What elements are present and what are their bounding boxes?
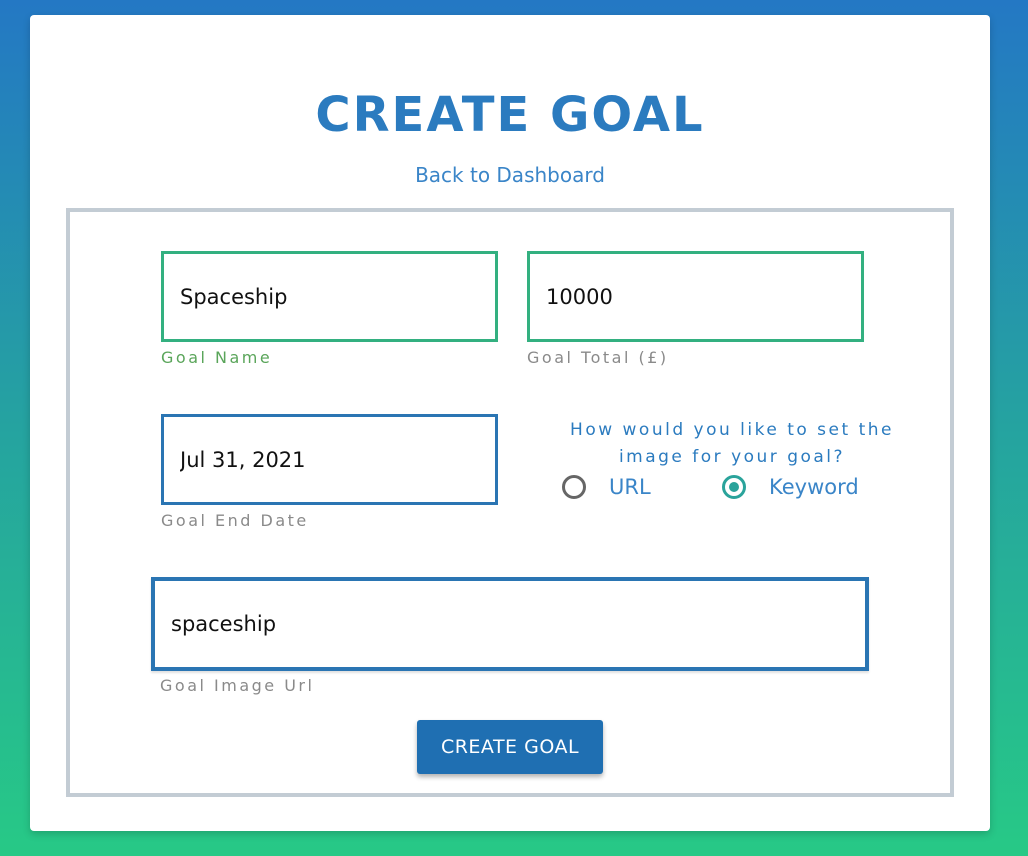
create-goal-button[interactable]: CREATE GOAL (417, 720, 603, 774)
goal-name-label: Goal Name (161, 348, 273, 367)
keyword-radio[interactable] (722, 475, 746, 499)
image-method-question: How would you like to set the image for … (570, 420, 894, 467)
back-to-dashboard-link[interactable]: Back to Dashboard (30, 162, 990, 188)
goal-end-date-label: Goal End Date (161, 511, 309, 530)
goal-end-date-input[interactable] (161, 414, 498, 505)
url-radio[interactable] (562, 475, 586, 499)
goal-total-label: Goal Total (£) (527, 348, 669, 367)
goal-total-input[interactable] (527, 251, 864, 342)
goal-image-url-label: Goal Image Url (160, 676, 315, 695)
goal-form: Goal Name Goal Total (£) Goal End Date H… (66, 208, 954, 797)
create-goal-card: CREATE GOAL Back to Dashboard Goal Name … (30, 15, 990, 831)
goal-image-url-input[interactable] (151, 577, 869, 671)
goal-name-input[interactable] (161, 251, 498, 342)
keyword-radio-label[interactable]: Keyword (769, 474, 859, 500)
url-radio-label[interactable]: URL (609, 474, 651, 500)
page-title: CREATE GOAL (315, 87, 705, 143)
